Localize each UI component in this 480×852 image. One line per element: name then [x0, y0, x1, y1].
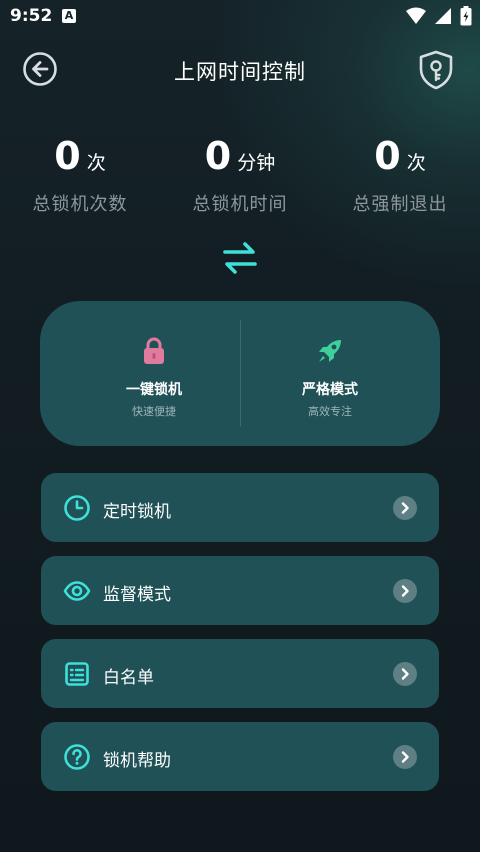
chevron-right-icon: [393, 745, 417, 769]
rocket-icon: [319, 340, 341, 362]
lock-icon: [144, 337, 164, 364]
one-tap-lock-button[interactable]: 一键锁机 快速便捷: [54, 337, 254, 419]
stat-unit: 分钟: [237, 152, 276, 174]
battery-charging-icon: [460, 6, 472, 26]
mode-title: 严格模式: [302, 382, 358, 398]
chevron-right-icon: [393, 579, 417, 603]
menu-label: 锁机帮助: [103, 751, 171, 771]
menu-label: 定时锁机: [103, 502, 171, 522]
menu-item-supervision-mode[interactable]: 监督模式: [41, 556, 439, 625]
stat-total-force-exit: 0 次 总强制退出: [320, 134, 480, 216]
status-icons: [406, 6, 472, 26]
stat-label: 总锁机次数: [32, 194, 128, 215]
menu-item-whitelist[interactable]: 白名单: [41, 639, 439, 708]
stat-value: 0: [204, 134, 232, 178]
stat-unit: 次: [86, 152, 106, 174]
chevron-right-icon: [393, 662, 417, 686]
menu-item-scheduled-lock[interactable]: 定时锁机: [41, 473, 439, 542]
signal-icon: [435, 8, 451, 24]
chevron-right-icon: [393, 496, 417, 520]
mode-subtitle: 高效专注: [308, 405, 352, 418]
eye-icon: [63, 581, 91, 601]
switch-button[interactable]: [222, 240, 258, 276]
privacy-shield-button[interactable]: [418, 50, 454, 90]
stat-value: 0: [54, 134, 81, 178]
stat-total-lock-count: 0 次 总锁机次数: [0, 134, 160, 216]
swap-arrows-icon: [223, 242, 257, 274]
wifi-icon: [406, 7, 426, 24]
list-icon: [65, 662, 89, 686]
menu-label: 白名单: [103, 668, 154, 688]
stat-label: 总强制退出: [352, 194, 448, 215]
mode-subtitle: 快速便捷: [132, 405, 176, 418]
page-title: 上网时间控制: [174, 60, 306, 84]
menu-item-lock-help[interactable]: 锁机帮助: [41, 722, 439, 791]
menu-label: 监督模式: [103, 585, 171, 605]
strict-mode-button[interactable]: 严格模式 高效专注: [230, 337, 430, 419]
stat-total-lock-time: 0 分钟 总锁机时间: [160, 134, 320, 216]
shield-key-icon: [419, 50, 453, 90]
help-icon: [64, 744, 90, 770]
clock-icon: [64, 495, 90, 521]
stat-label: 总锁机时间: [192, 194, 288, 215]
status-time: 9:52: [10, 6, 53, 26]
status-bar: 9:52 A: [0, 0, 480, 34]
stat-unit: 次: [406, 152, 426, 174]
notification-icon: A: [62, 9, 76, 23]
mode-title: 一键锁机: [126, 382, 182, 398]
stat-value: 0: [374, 134, 401, 178]
